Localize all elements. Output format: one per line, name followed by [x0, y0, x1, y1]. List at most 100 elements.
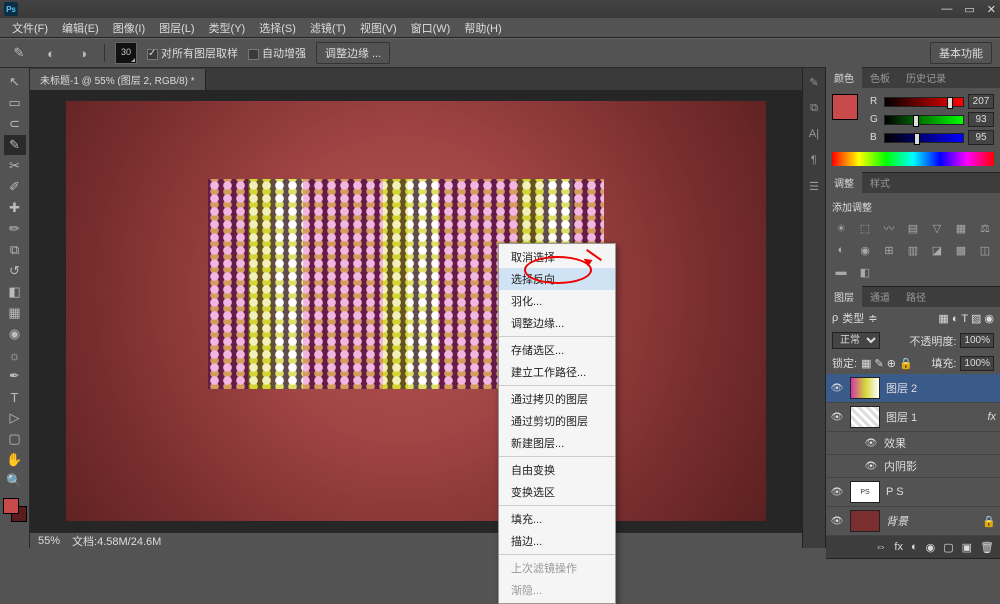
maximize-button[interactable]: ▭: [964, 3, 974, 16]
quick-select-tool[interactable]: ✎: [4, 135, 26, 155]
vibrance-icon[interactable]: ▽: [928, 220, 946, 236]
menu-file[interactable]: 文件(F): [6, 18, 54, 38]
color-tab[interactable]: 颜色: [826, 67, 862, 88]
close-button[interactable]: ✕: [987, 3, 996, 16]
layer-effect-item[interactable]: 👁 内阴影: [826, 455, 1000, 478]
curves-icon[interactable]: 〰: [880, 220, 898, 236]
move-tool[interactable]: ↖: [4, 72, 26, 92]
para-panel-icon[interactable]: ¶: [806, 152, 822, 168]
trash-icon[interactable]: 🗑: [980, 541, 994, 554]
levels-icon[interactable]: ⬚: [856, 220, 874, 236]
crop-tool[interactable]: ✂: [4, 156, 26, 176]
menu-free-transform[interactable]: 自由变换: [499, 459, 615, 481]
zoom-tool[interactable]: 🔍: [4, 471, 26, 491]
lookup-icon[interactable]: ▥: [904, 242, 922, 258]
layer-row[interactable]: 👁 背景 🔒: [826, 507, 1000, 536]
color-swatches[interactable]: [3, 498, 27, 522]
visibility-icon[interactable]: 👁: [830, 383, 844, 394]
layer-row[interactable]: 👁 图层 2: [826, 374, 1000, 403]
menu-view[interactable]: 视图(V): [354, 18, 403, 38]
layer-row[interactable]: 👁 PS P S: [826, 478, 1000, 507]
gradient-tool[interactable]: ▦: [4, 303, 26, 323]
type-tool[interactable]: T: [4, 387, 26, 407]
blur-tool[interactable]: ◉: [4, 324, 26, 344]
lasso-tool[interactable]: ⊂: [4, 114, 26, 134]
foreground-swatch[interactable]: [832, 94, 858, 120]
layer-effects[interactable]: 👁 效果: [826, 432, 1000, 455]
sample-all-checkbox[interactable]: [147, 49, 158, 60]
mixer-icon[interactable]: ⊞: [880, 242, 898, 258]
menu-feather[interactable]: 羽化...: [499, 290, 615, 312]
menu-help[interactable]: 帮助(H): [458, 18, 507, 38]
paths-tab[interactable]: 路径: [898, 286, 934, 307]
shape-tool[interactable]: ▢: [4, 429, 26, 449]
r-value[interactable]: 207: [968, 94, 994, 109]
minimize-button[interactable]: —: [941, 3, 952, 16]
document-tab[interactable]: 未标题-1 @ 55% (图层 2, RGB/8) *: [30, 69, 206, 90]
menu-copy-layer[interactable]: 通过拷贝的图层: [499, 388, 615, 410]
eyedropper-tool[interactable]: ✐: [4, 177, 26, 197]
char-panel-icon[interactable]: A|: [806, 126, 822, 142]
styles-tab[interactable]: 样式: [862, 172, 898, 193]
layer-name[interactable]: P S: [886, 486, 904, 498]
nav-panel-icon[interactable]: ☰: [806, 178, 822, 194]
spectrum-bar[interactable]: [832, 152, 994, 166]
healing-tool[interactable]: ✚: [4, 198, 26, 218]
canvas[interactable]: [66, 101, 766, 521]
new-layer-icon[interactable]: ▣: [962, 541, 972, 554]
menu-save-selection[interactable]: 存储选区...: [499, 339, 615, 361]
blend-mode[interactable]: 正常: [832, 332, 880, 349]
hue-icon[interactable]: ▦: [952, 220, 970, 236]
layer-name[interactable]: 背景: [886, 513, 908, 529]
visibility-icon[interactable]: 👁: [830, 516, 844, 527]
menu-select[interactable]: 选择(S): [253, 18, 302, 38]
visibility-icon[interactable]: 👁: [864, 461, 878, 472]
channels-tab[interactable]: 通道: [862, 286, 898, 307]
menu-edit[interactable]: 编辑(E): [56, 18, 105, 38]
brush-panel-icon[interactable]: ✎: [806, 74, 822, 90]
g-slider[interactable]: [884, 115, 964, 125]
b-value[interactable]: 95: [968, 130, 994, 145]
visibility-icon[interactable]: 👁: [830, 487, 844, 498]
poster-icon[interactable]: ▩: [952, 242, 970, 258]
menu-transform-selection[interactable]: 变换选区: [499, 481, 615, 503]
menu-stroke[interactable]: 描边...: [499, 530, 615, 552]
opacity-value[interactable]: 100%: [960, 333, 994, 348]
balance-icon[interactable]: ⚖: [976, 220, 994, 236]
history-brush-tool[interactable]: ↺: [4, 261, 26, 281]
g-value[interactable]: 93: [968, 112, 994, 127]
workspace-selector[interactable]: 基本功能: [930, 42, 992, 64]
menu-make-path[interactable]: 建立工作路径...: [499, 361, 615, 383]
adjust-tab[interactable]: 调整: [826, 172, 862, 193]
auto-enhance-checkbox[interactable]: [248, 49, 259, 60]
menu-layer[interactable]: 图层(L): [153, 18, 200, 38]
canvas-area[interactable]: [30, 90, 802, 532]
menu-new-layer[interactable]: 新建图层...: [499, 432, 615, 454]
selective-icon[interactable]: ◧: [856, 264, 874, 280]
new-selection-icon[interactable]: ◐: [40, 43, 62, 63]
brush-tool[interactable]: ✏: [4, 219, 26, 239]
mask-icon[interactable]: ◐: [911, 541, 918, 553]
adjust-icon[interactable]: ◉: [926, 541, 936, 554]
photo-filter-icon[interactable]: ◉: [856, 242, 874, 258]
group-icon[interactable]: ▢: [943, 541, 953, 554]
bw-icon[interactable]: ◐: [832, 242, 850, 258]
gradient-map-icon[interactable]: ▬: [832, 264, 850, 280]
visibility-icon[interactable]: 👁: [830, 412, 844, 423]
filter-kind[interactable]: 类型: [842, 310, 864, 326]
menu-type[interactable]: 类型(Y): [203, 18, 252, 38]
layer-row[interactable]: 👁 图层 1 fx: [826, 403, 1000, 432]
exposure-icon[interactable]: ▤: [904, 220, 922, 236]
visibility-icon[interactable]: 👁: [864, 438, 878, 449]
brush-preset[interactable]: 30: [115, 42, 137, 64]
swatch-tab[interactable]: 色板: [862, 67, 898, 88]
menu-refine[interactable]: 调整边缘...: [499, 312, 615, 334]
eraser-tool[interactable]: ◧: [4, 282, 26, 302]
layer-name[interactable]: 图层 1: [886, 409, 917, 425]
fx-badge[interactable]: fx: [987, 411, 996, 423]
clone-panel-icon[interactable]: ⧉: [806, 100, 822, 116]
menu-inverse[interactable]: 选择反向: [499, 268, 615, 290]
layer-name[interactable]: 图层 2: [886, 380, 917, 396]
menu-cut-layer[interactable]: 通过剪切的图层: [499, 410, 615, 432]
menu-filter[interactable]: 滤镜(T): [304, 18, 352, 38]
